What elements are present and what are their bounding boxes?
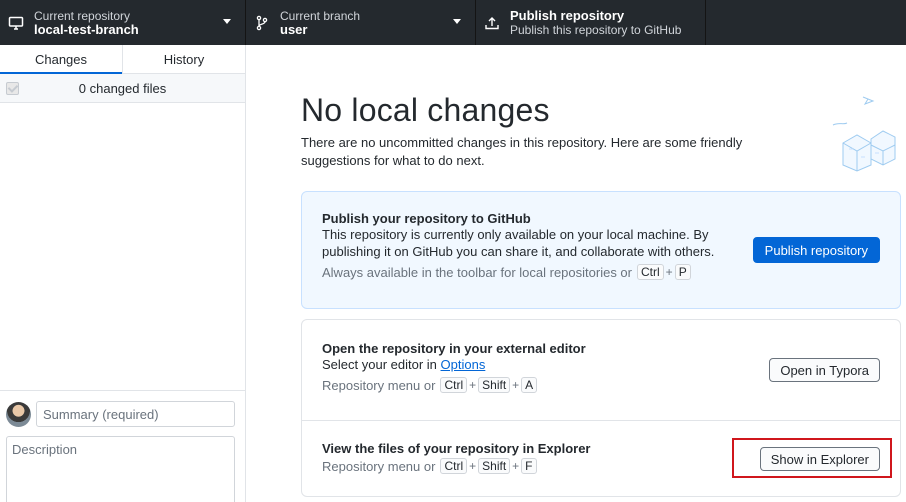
kbd-ctrl: Ctrl <box>440 377 468 393</box>
current-repository-name: local-test-branch <box>34 21 139 37</box>
main-content: No local changes There are no uncommitte… <box>246 45 906 502</box>
actions-card: Open the repository in your external edi… <box>301 319 901 497</box>
page-title: No local changes <box>301 92 550 128</box>
empty-state-illustration <box>832 96 896 172</box>
current-repository-button[interactable]: Current repository local-test-branch <box>0 0 246 45</box>
editor-row-title: Open the repository in your external edi… <box>322 341 586 356</box>
avatar <box>6 402 31 427</box>
current-branch-name: user <box>280 21 308 37</box>
kbd-shift: Shift <box>478 458 511 474</box>
changed-files-count: 0 changed files <box>78 80 167 96</box>
upload-icon <box>484 15 500 31</box>
page-subtitle: There are no uncommitted changes in this… <box>301 135 743 168</box>
commit-area <box>0 390 245 502</box>
kbd-ctrl: Ctrl <box>637 264 664 280</box>
publish-card-hint: Always available in the toolbar for loca… <box>322 264 900 280</box>
publish-repository-button[interactable]: Publish repository <box>752 237 880 263</box>
caret-down-icon <box>453 19 461 24</box>
description-input[interactable] <box>6 436 235 502</box>
kbd-p: P <box>674 264 691 280</box>
summary-input[interactable] <box>36 401 235 427</box>
divider <box>302 420 900 421</box>
tab-changes[interactable]: Changes <box>0 45 122 74</box>
changes-header: 0 changed files <box>0 74 245 103</box>
kbd-shift: Shift <box>478 377 511 393</box>
current-repository-label: Current repository <box>34 8 131 23</box>
sidebar-tabs: Changes History <box>0 45 245 74</box>
select-all-checkbox[interactable] <box>6 82 19 95</box>
sidebar: Changes History 0 changed files <box>0 45 246 502</box>
computer-icon <box>8 15 24 31</box>
caret-down-icon <box>223 19 231 24</box>
open-in-typora-button[interactable]: Open in Typora <box>769 358 880 382</box>
kbd-ctrl: Ctrl <box>440 458 468 474</box>
highlight-box <box>732 438 892 478</box>
toolbar: Current repository local-test-branch Cur… <box>0 0 906 45</box>
publish-card: Publish your repository to GitHub This r… <box>301 191 901 309</box>
publish-card-desc: This repository is currently only availa… <box>322 227 715 259</box>
publish-repository-desc: Publish this repository to GitHub <box>510 22 682 37</box>
publish-card-title: Publish your repository to GitHub <box>322 211 531 226</box>
publish-repository-toolbar-button[interactable]: Publish repository Publish this reposito… <box>476 0 706 45</box>
current-branch-label: Current branch <box>280 8 361 23</box>
kbd-a: A <box>521 377 538 393</box>
tab-history[interactable]: History <box>122 45 245 73</box>
publish-repository-label: Publish repository <box>510 7 625 23</box>
options-link[interactable]: Options <box>441 357 486 372</box>
kbd-f: F <box>521 458 537 474</box>
current-branch-button[interactable]: Current branch user <box>246 0 476 45</box>
branch-icon <box>254 15 270 31</box>
